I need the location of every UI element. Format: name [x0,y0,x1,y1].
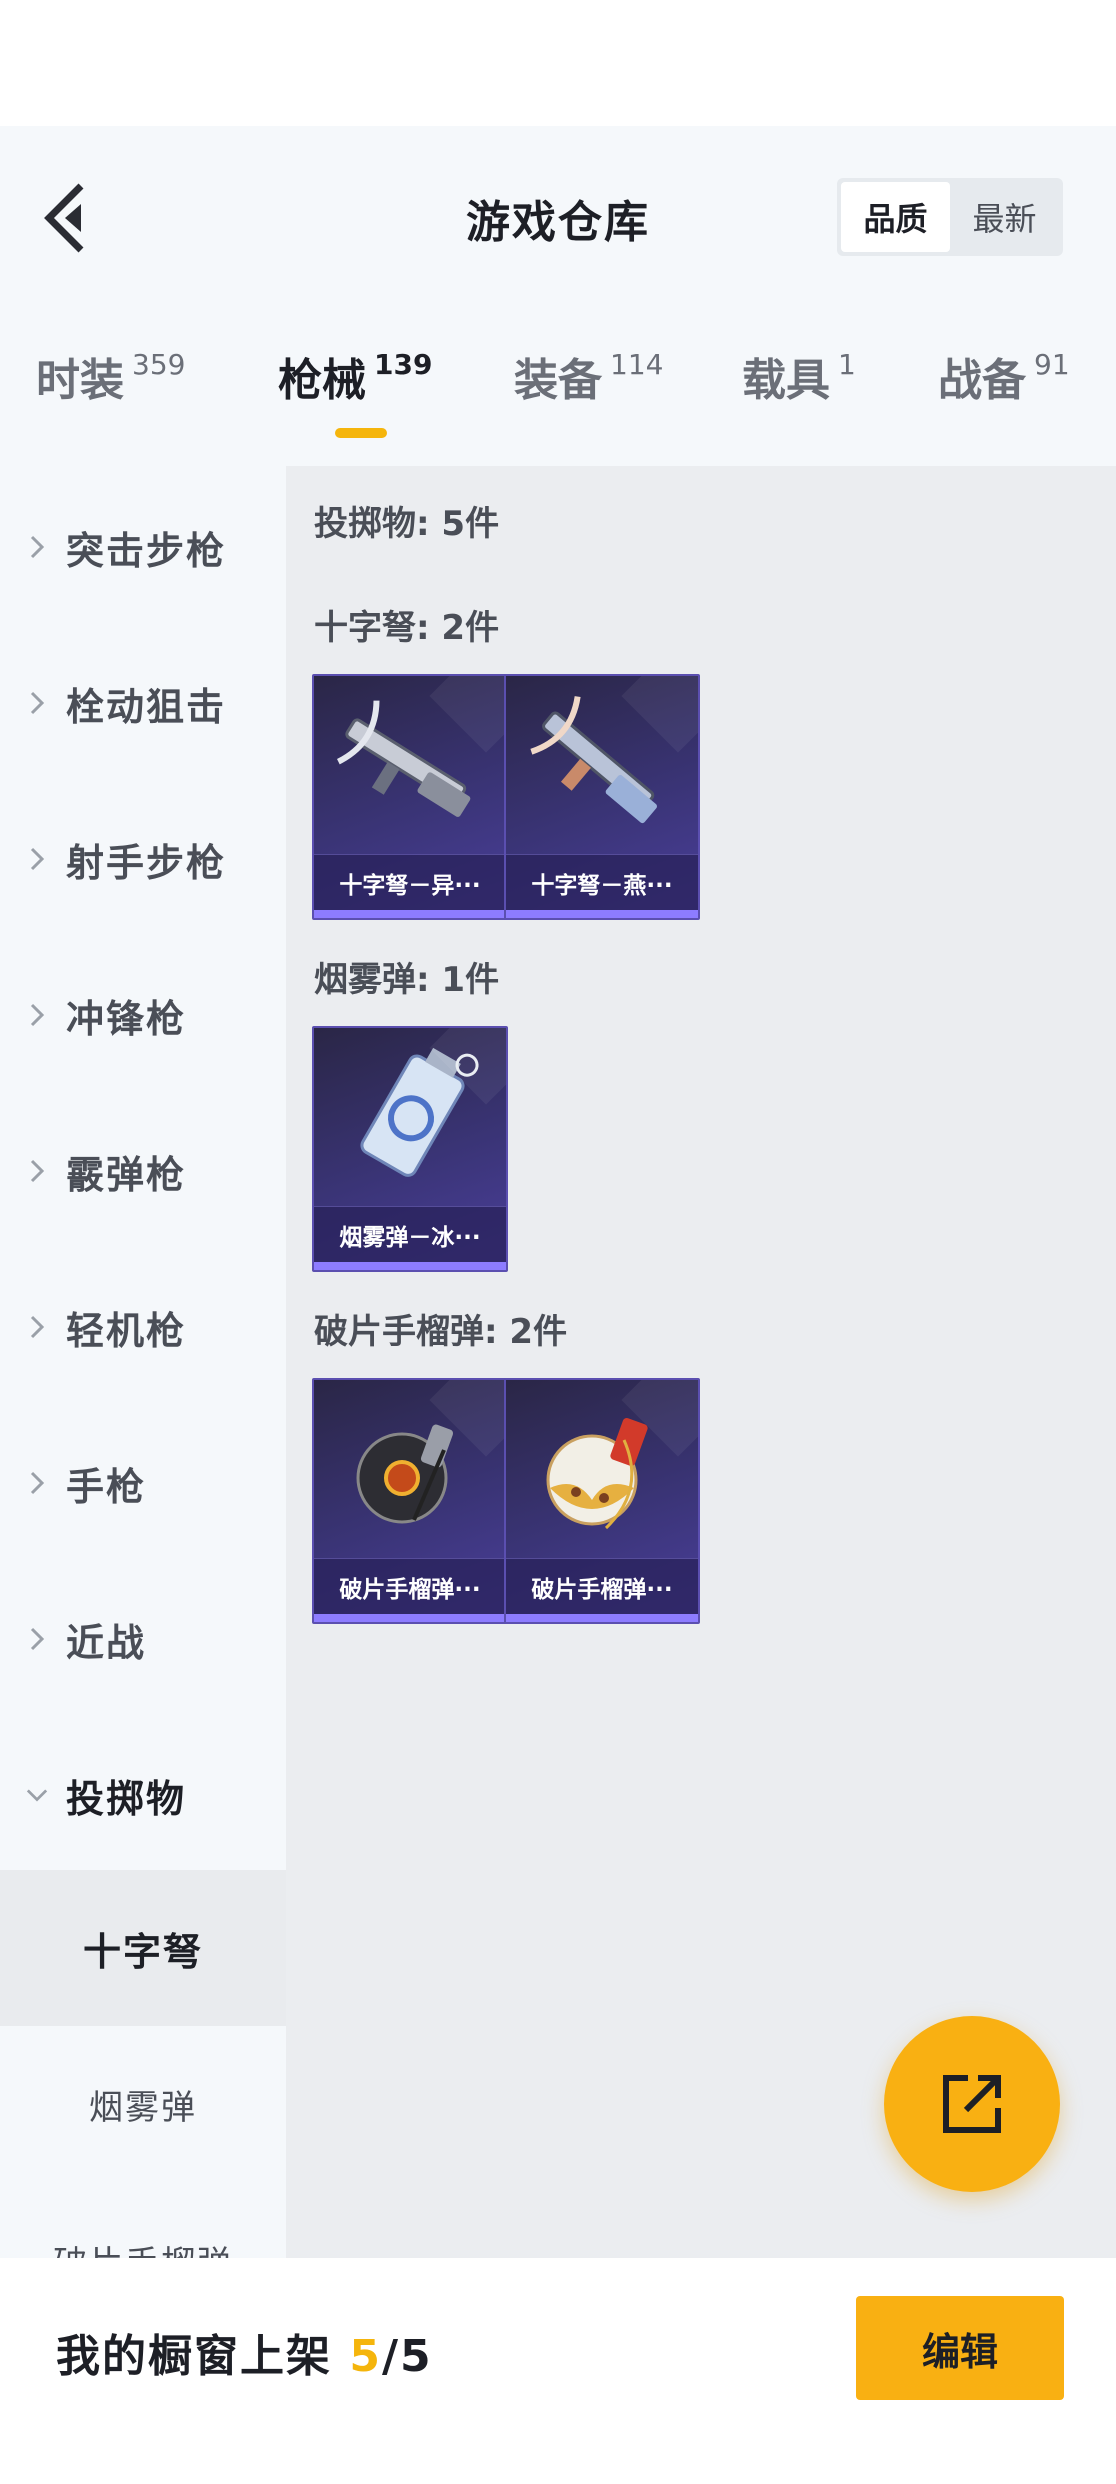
frag-grenade-icon [546,1418,648,1530]
rarity-bar [506,910,698,918]
tab-label: 战备 [938,355,1026,406]
sidebar-item-marksman-rifle[interactable]: 射手步枪 [0,781,286,937]
sidebar-item-label: 霰弹枪 [66,1152,187,1197]
category-tabs: 时装 359 枪械 139 装备 114 载具 1 战备 91 [0,308,1116,466]
tab-label: 载具 [742,355,830,406]
chevron-right-icon [26,847,48,871]
item-name: 十字弩－燕··· [506,854,698,910]
sidebar-item-melee[interactable]: 近战 [0,1561,286,1717]
section-title: 破片手榴弹: 2件 [314,1312,568,1352]
shelf-total-count: /5 [381,2331,433,2382]
sidebar-subitem-label: 烟雾弹 [89,2087,197,2128]
tab-count: 1 [838,348,856,381]
tab-equipment[interactable]: 装备 114 [514,344,663,408]
item-name: 破片手榴弹··· [506,1558,698,1614]
tab-fashion[interactable]: 时装 359 [36,344,185,408]
rarity-bar [314,1614,506,1622]
sidebar-item-label: 栓动狙击 [66,684,227,729]
sidebar-item-smg[interactable]: 冲锋枪 [0,937,286,1093]
sidebar-subitem-crossbow[interactable]: 十字弩 [0,1870,286,2026]
rarity-bar [314,1262,506,1270]
sidebar-subitem-label: 十字弩 [82,1929,203,1974]
status-bar [0,0,1116,126]
item-card[interactable]: 十字弩－异··· [312,674,508,920]
chevron-right-icon [26,535,48,559]
item-content: 投掷物: 5件 十字弩: 2件 十字弩－异··· 十字弩－燕··· 烟雾弹: 1… [286,466,1116,2258]
sidebar-subitem-smoke-grenade[interactable]: 烟雾弹 [0,2026,286,2182]
sidebar-item-bolt-sniper[interactable]: 栓动狙击 [0,625,286,781]
chevron-right-icon [26,1471,48,1495]
rarity-bar [314,910,506,918]
tab-count: 139 [374,348,433,381]
sidebar-item-assault-rifle[interactable]: 突击步枪 [0,469,286,625]
sort-newest-option[interactable]: 最新 [950,182,1059,252]
shelf-label: 我的橱窗上架 [56,2331,332,2382]
share-fab-button[interactable] [884,2016,1060,2192]
category-summary: 投掷物: 5件 [314,504,500,544]
sidebar-subitem-frag-grenade[interactable]: 破片手榴弹 [0,2182,286,2259]
sidebar-item-label: 轻机枪 [66,1308,187,1353]
sidebar-subitem-label: 破片手榴弹 [53,2236,233,2259]
section-title: 十字弩: 2件 [314,608,500,648]
sidebar-item-label: 冲锋枪 [66,996,187,1041]
sidebar-item-label: 突击步枪 [66,528,227,573]
crossbow-icon [530,696,657,824]
shelf-status: 我的橱窗上架 5/5 [56,2320,433,2384]
tab-label: 时装 [36,355,124,406]
smoke-grenade-icon [360,1047,479,1177]
bottom-bar: 我的橱窗上架 5/5 编辑 [0,2258,1116,2484]
tab-label: 枪械 [278,355,366,406]
sidebar: 突击步枪 栓动狙击 射手步枪 冲锋枪 霰弹枪 轻机枪 手枪 近战 投掷物 十字弩… [0,466,286,2258]
sidebar-item-label: 手枪 [66,1464,147,1509]
sidebar-item-label: 射手步枪 [66,840,227,885]
sidebar-item-label: 近战 [66,1620,147,1665]
chevron-right-icon [26,1315,48,1339]
sidebar-item-pistol[interactable]: 手枪 [0,1405,286,1561]
rarity-bar [506,1614,698,1622]
active-tab-indicator [335,428,387,438]
tab-vehicles[interactable]: 载具 1 [742,344,856,408]
tab-count: 359 [132,348,186,381]
item-card[interactable]: 烟雾弹－冰··· [312,1026,508,1272]
sidebar-item-shotgun[interactable]: 霰弹枪 [0,1093,286,1249]
frag-grenade-icon [356,1424,454,1524]
crossbow-icon [336,700,471,817]
tab-count: 91 [1034,348,1070,381]
tab-combat-supplies[interactable]: 战备 91 [938,344,1070,408]
item-name: 破片手榴弹··· [314,1558,506,1614]
sort-quality-option[interactable]: 品质 [841,182,950,252]
chevron-right-icon [26,1627,48,1651]
edit-button[interactable]: 编辑 [856,2296,1064,2400]
shelf-current-count: 5 [349,2331,382,2382]
sidebar-item-throwables[interactable]: 投掷物 [0,1717,286,1873]
item-card[interactable]: 十字弩－燕··· [504,674,700,920]
item-card[interactable]: 破片手榴弹··· [504,1378,700,1624]
external-link-icon [943,2075,1001,2133]
chevron-right-icon [26,691,48,715]
section-title: 烟雾弹: 1件 [314,960,500,1000]
tab-firearms[interactable]: 枪械 139 [278,344,432,408]
chevron-right-icon [26,1003,48,1027]
tab-count: 114 [610,348,664,381]
sidebar-item-label: 投掷物 [66,1776,187,1821]
item-name: 十字弩－异··· [314,854,506,910]
item-name: 烟雾弹－冰··· [314,1206,506,1262]
item-card[interactable]: 破片手榴弹··· [312,1378,508,1624]
chevron-down-icon [26,1784,48,1806]
sort-toggle: 品质 最新 [837,178,1063,256]
sidebar-item-lmg[interactable]: 轻机枪 [0,1249,286,1405]
tab-label: 装备 [514,355,602,406]
header: 游戏仓库 品质 最新 [0,126,1116,308]
chevron-right-icon [26,1159,48,1183]
